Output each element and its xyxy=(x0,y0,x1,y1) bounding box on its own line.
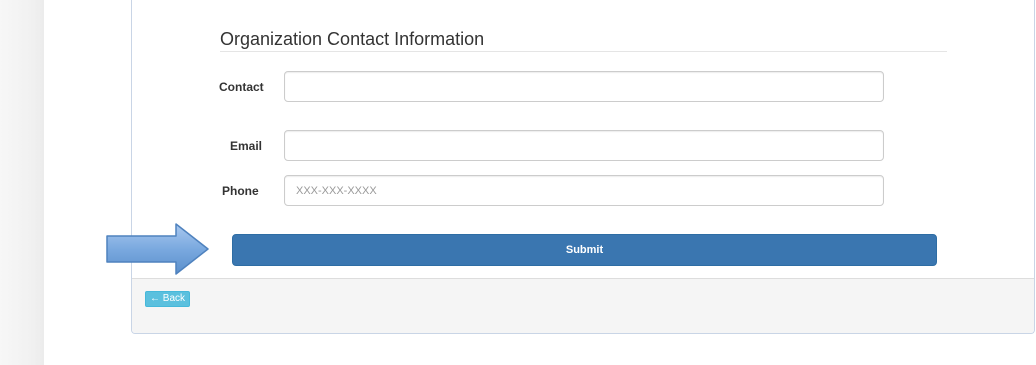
back-button[interactable]: ← Back xyxy=(145,291,191,307)
email-label: Email xyxy=(230,139,263,153)
section-title: Organization Contact Information xyxy=(220,29,485,49)
page: Organization Contact Information Contact… xyxy=(0,0,1036,365)
contact-label: Contact xyxy=(219,80,264,94)
submit-button[interactable]: Submit xyxy=(232,234,937,266)
section-divider xyxy=(220,51,947,52)
left-gutter xyxy=(0,0,44,365)
panel-footer xyxy=(132,278,1034,333)
phone-input[interactable] xyxy=(284,175,884,206)
phone-label: Phone xyxy=(222,184,259,198)
right-arrow-icon xyxy=(106,223,209,275)
email-input[interactable] xyxy=(284,130,884,161)
form-panel: Organization Contact Information Contact… xyxy=(131,0,1035,334)
contact-input[interactable] xyxy=(284,71,884,102)
